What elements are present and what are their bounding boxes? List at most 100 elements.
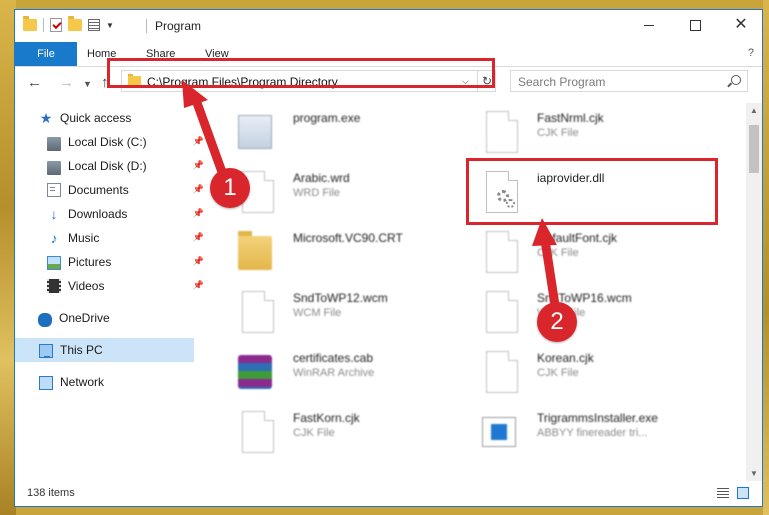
file-item-program-exe[interactable]: program.exe bbox=[238, 105, 483, 161]
folder-icon bbox=[238, 229, 278, 277]
quick-access-toolbar: ▼ bbox=[23, 16, 114, 32]
maximize-icon bbox=[689, 19, 701, 31]
minimize-button[interactable] bbox=[626, 10, 672, 40]
scroll-up-arrow-icon[interactable]: ▲ bbox=[750, 106, 758, 115]
scroll-down-arrow-icon[interactable]: ▼ bbox=[750, 469, 758, 478]
vertical-scrollbar[interactable]: ▲ ▼ bbox=[746, 103, 762, 481]
toolbar-divider bbox=[43, 18, 44, 32]
window-title: Program bbox=[155, 19, 202, 33]
sidebar-item-label: Music bbox=[68, 231, 100, 245]
sidebar-item-label: Network bbox=[60, 375, 105, 389]
pin-icon[interactable]: 📌 bbox=[193, 256, 204, 267]
file-type: ABBYY finereader tri... bbox=[537, 427, 648, 439]
file-icon bbox=[238, 289, 278, 337]
sidebar-item-quick-access[interactable]: ★ Quick access bbox=[15, 106, 210, 130]
title-bar: ▼ Program ✕ bbox=[15, 10, 762, 42]
music-icon: ♪ bbox=[50, 230, 58, 246]
file-item-fastkorn[interactable]: FastKorn.cjk CJK File bbox=[238, 405, 483, 461]
file-icon bbox=[482, 109, 522, 157]
file-icon bbox=[238, 409, 278, 457]
details-view-icon[interactable] bbox=[717, 488, 729, 499]
drive-icon bbox=[47, 160, 61, 175]
documents-icon bbox=[47, 183, 61, 197]
step-2-badge: 2 bbox=[537, 302, 577, 342]
file-name: FastNrml.cjk bbox=[537, 111, 604, 125]
file-item-sndtowp12[interactable]: SndToWP12.wcm WCM File bbox=[238, 285, 483, 341]
file-type: WRD File bbox=[293, 187, 341, 199]
desktop-background-right bbox=[763, 0, 769, 515]
close-icon: ✕ bbox=[734, 16, 748, 33]
file-name: DefaultFont.cjk bbox=[537, 231, 618, 245]
title-divider bbox=[146, 19, 147, 33]
step-1-badge: 1 bbox=[210, 168, 250, 208]
file-item-arabic-wrd[interactable]: Arabic.wrd WRD File bbox=[238, 165, 483, 221]
sidebar-item-label: Pictures bbox=[68, 255, 112, 269]
sidebar-item-label: Downloads bbox=[68, 207, 128, 221]
sidebar-item-network[interactable]: Network bbox=[15, 370, 210, 394]
sidebar-item-videos[interactable]: Videos 📌 bbox=[15, 274, 210, 298]
help-icon[interactable]: ? bbox=[748, 47, 754, 59]
recent-locations-chevron-icon[interactable]: ▼ bbox=[83, 79, 92, 89]
sidebar-item-local-disk-c[interactable]: Local Disk (C:) 📌 bbox=[15, 130, 210, 154]
minimize-icon bbox=[644, 24, 654, 26]
back-arrow-icon[interactable]: ← bbox=[27, 74, 42, 91]
properties-check-icon[interactable] bbox=[50, 18, 62, 32]
status-bar: 138 items bbox=[15, 482, 762, 506]
file-name: SndToWP12.wcm bbox=[293, 291, 388, 305]
folder-icon[interactable] bbox=[23, 16, 37, 31]
videos-icon bbox=[47, 279, 61, 293]
download-icon: ↓ bbox=[50, 206, 58, 222]
file-icon bbox=[482, 349, 522, 397]
file-type: WinRAR Archive bbox=[293, 367, 375, 379]
sidebar-item-label: Local Disk (D:) bbox=[68, 159, 147, 173]
file-type: CJK File bbox=[537, 247, 579, 259]
file-item-certificates-cab[interactable]: certificates.cab WinRAR Archive bbox=[238, 345, 483, 401]
close-button[interactable]: ✕ bbox=[718, 10, 762, 40]
sidebar-item-local-disk-d[interactable]: Local Disk (D:) 📌 bbox=[15, 154, 210, 178]
forward-arrow-icon[interactable]: → bbox=[59, 74, 74, 91]
file-name: TrigrammsInstaller.exe bbox=[537, 411, 658, 425]
search-box[interactable] bbox=[510, 70, 748, 93]
installer-icon bbox=[482, 409, 522, 457]
file-item-microsoft-vc90[interactable]: Microsoft.VC90.CRT bbox=[238, 225, 483, 281]
file-icon bbox=[482, 289, 522, 337]
sidebar-item-pictures[interactable]: Pictures 📌 bbox=[15, 250, 210, 274]
large-icons-view-icon[interactable] bbox=[737, 487, 749, 499]
sidebar-item-music[interactable]: ♪ Music 📌 bbox=[15, 226, 210, 250]
file-item-korean-cjk[interactable]: Korean.cjk CJK File bbox=[482, 345, 727, 401]
file-item-sndtowp16[interactable]: SndToWP16.wcm WCM File bbox=[482, 285, 727, 341]
properties-icon[interactable] bbox=[88, 19, 100, 31]
pin-icon[interactable]: 📌 bbox=[193, 280, 204, 291]
file-item-defaultfont[interactable]: DefaultFont.cjk CJK File bbox=[482, 225, 727, 281]
pin-icon[interactable]: 📌 bbox=[193, 136, 204, 147]
exe-icon bbox=[238, 109, 278, 157]
file-item-trigramms-installer[interactable]: TrigrammsInstaller.exe ABBYY finereader … bbox=[482, 405, 727, 461]
sidebar-item-documents[interactable]: Documents 📌 bbox=[15, 178, 210, 202]
pin-icon[interactable]: 📌 bbox=[193, 184, 204, 195]
sidebar-item-onedrive[interactable]: OneDrive bbox=[15, 306, 210, 330]
file-item-fastnrml[interactable]: FastNrml.cjk CJK File bbox=[482, 105, 727, 161]
file-type: CJK File bbox=[537, 367, 579, 379]
scrollbar-thumb[interactable] bbox=[749, 125, 759, 173]
tab-file[interactable]: File bbox=[15, 42, 77, 66]
pin-icon[interactable]: 📌 bbox=[193, 208, 204, 219]
sidebar-item-label: Local Disk (C:) bbox=[68, 135, 147, 149]
sidebar-item-label: OneDrive bbox=[59, 311, 110, 325]
search-input[interactable] bbox=[511, 71, 735, 93]
file-name: program.exe bbox=[293, 111, 361, 125]
file-type: CJK File bbox=[293, 427, 335, 439]
cloud-icon bbox=[38, 312, 52, 327]
search-icon[interactable] bbox=[731, 75, 741, 85]
customize-toolbar-chevron-icon[interactable]: ▼ bbox=[106, 21, 114, 30]
sidebar-item-downloads[interactable]: ↓ Downloads 📌 bbox=[15, 202, 210, 226]
sidebar-item-label: Videos bbox=[68, 279, 105, 293]
maximize-button[interactable] bbox=[672, 10, 718, 40]
new-folder-icon[interactable] bbox=[68, 16, 82, 31]
pin-icon[interactable]: 📌 bbox=[193, 160, 204, 171]
star-icon: ★ bbox=[39, 110, 53, 126]
pin-icon[interactable]: 📌 bbox=[193, 232, 204, 243]
file-type: WCM File bbox=[293, 307, 342, 319]
file-name: Korean.cjk bbox=[537, 351, 594, 365]
sidebar-item-label: This PC bbox=[60, 343, 103, 357]
sidebar-item-this-pc[interactable]: This PC bbox=[15, 338, 194, 362]
